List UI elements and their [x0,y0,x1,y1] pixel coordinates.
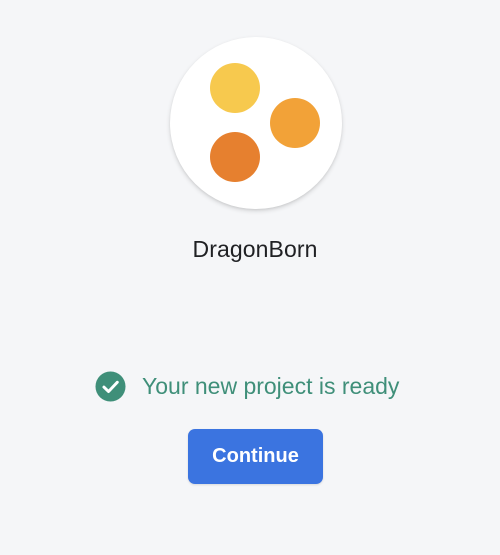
continue-button[interactable]: Continue [188,429,323,484]
logo-dot-yellow [210,63,260,113]
status-text: Your new project is ready [142,372,400,399]
status-message: Your new project is ready [95,370,399,402]
check-circle-icon [95,370,126,402]
project-name: DragonBorn [192,236,318,262]
check-circle-bg [95,370,126,402]
project-logo [170,37,342,209]
project-ready-screen: DragonBorn Your new project is ready Con… [0,0,500,555]
logo-dot-orange [270,98,320,148]
logo-dot-dark-orange [210,132,260,182]
